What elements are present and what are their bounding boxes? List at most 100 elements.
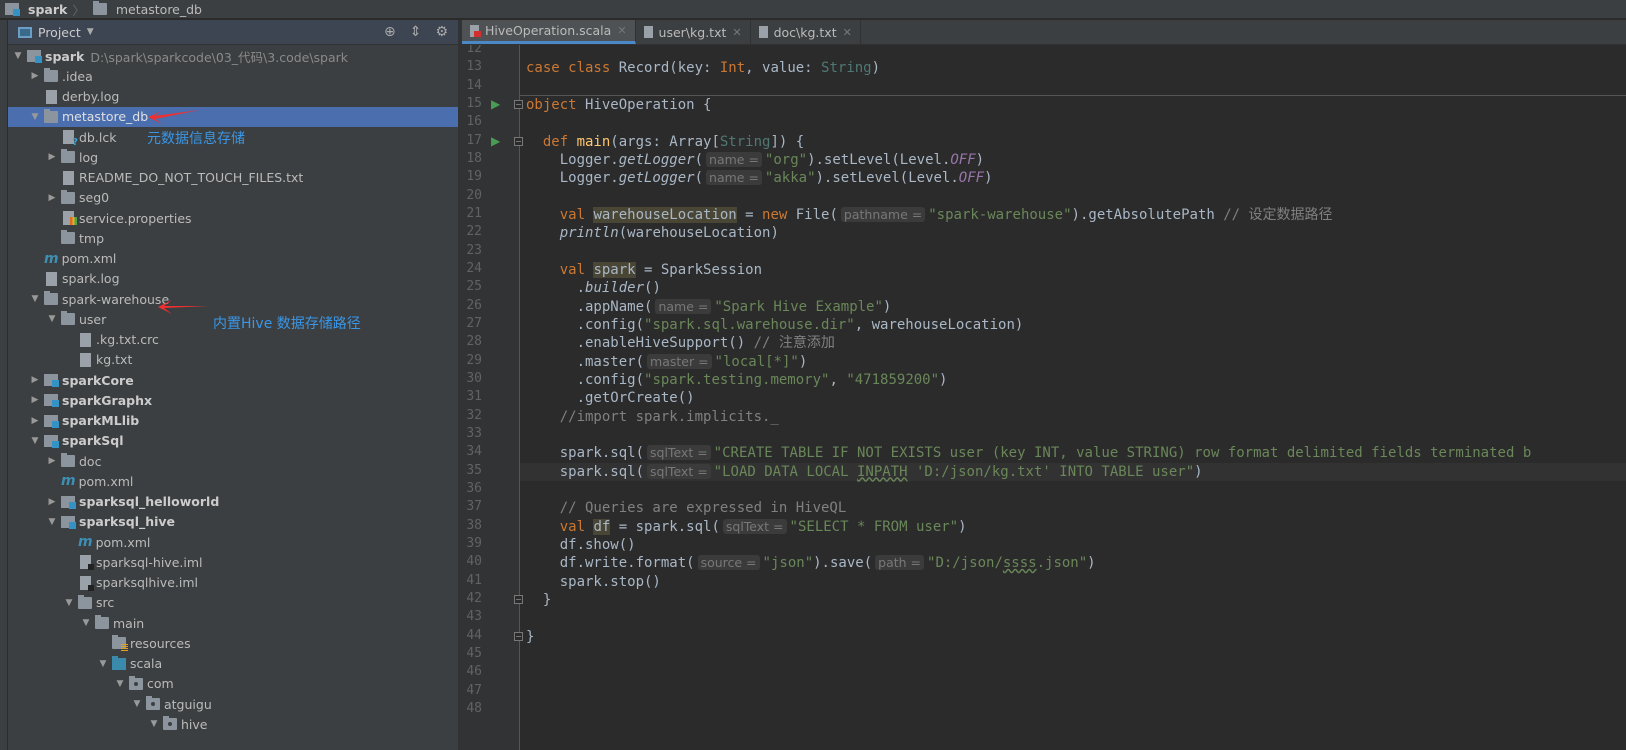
expand-arrow-icon[interactable]: ▼	[63, 598, 75, 608]
expand-arrow-icon[interactable]: ▼	[131, 699, 143, 709]
fold-icon[interactable]: −	[514, 594, 523, 604]
tree-item[interactable]: ▼ sparkSql	[8, 431, 458, 451]
tree-item[interactable]: ▼ spark-warehouse	[8, 289, 458, 309]
tree-item[interactable]: ▶ log	[8, 147, 458, 167]
code-token: Record(key:	[618, 60, 720, 77]
editor-tab[interactable]: HiveOperation.scala ✕	[462, 20, 636, 44]
collapse-arrow-icon[interactable]: ▶	[29, 395, 41, 405]
tree-item[interactable]: m pom.xml	[8, 471, 458, 491]
expand-arrow-icon[interactable]: ▼	[46, 314, 58, 324]
code-token: "json"	[762, 555, 814, 572]
tree-item[interactable]: kg.txt	[8, 350, 458, 370]
line-number: 47	[466, 682, 482, 698]
tree-item[interactable]: m pom.xml	[8, 249, 458, 269]
editor-tab[interactable]: doc\kg.txt ✕	[751, 20, 861, 44]
tree-item[interactable]: sparksqlhive.iml	[8, 573, 458, 593]
tree-item[interactable]: ▼ scala	[8, 654, 458, 674]
expand-arrow-icon[interactable]: ▼	[29, 294, 41, 304]
close-icon[interactable]: ✕	[843, 26, 852, 39]
line-number: 20	[466, 187, 482, 203]
project-view-selector[interactable]: Project	[38, 25, 81, 40]
tree-item[interactable]: ▼ src	[8, 593, 458, 613]
collapse-arrow-icon[interactable]: ▶	[29, 375, 41, 385]
tree-item[interactable]: derby.log	[8, 87, 458, 107]
fold-icon[interactable]: −	[514, 99, 523, 109]
expand-arrow-icon[interactable]: ▼	[12, 51, 24, 61]
tree-item[interactable]: resources	[8, 633, 458, 653]
tree-item[interactable]: ▶ sparksql_helloworld	[8, 492, 458, 512]
collapse-arrow-icon[interactable]: ▶	[46, 152, 58, 162]
close-icon[interactable]: ✕	[617, 24, 626, 37]
expand-arrow-icon[interactable]: ▼	[80, 618, 92, 628]
code-token: Logger.	[526, 151, 619, 168]
run-icon[interactable]: ▶	[491, 97, 500, 111]
line-number: 32	[466, 407, 482, 423]
tree-item[interactable]: ▼ spark D:\spark\sparkcode\03_代码\3.code\sp…	[8, 46, 458, 66]
collapse-arrow-icon[interactable]: ▶	[29, 71, 41, 81]
expand-arrow-icon[interactable]: ▼	[46, 517, 58, 527]
tab-label: doc\kg.txt	[773, 24, 837, 40]
code-token: "akka"	[764, 170, 816, 187]
tree-item[interactable]: m pom.xml	[8, 532, 458, 552]
collapse-arrow-icon[interactable]: ▶	[46, 193, 58, 203]
code-token: =	[736, 206, 763, 223]
code-token: Logger.	[526, 170, 619, 187]
tree-item[interactable]: ▼ atguigu	[8, 694, 458, 714]
tree-item[interactable]: ▼ hive	[8, 714, 458, 734]
expand-arrow-icon[interactable]: ▼	[97, 659, 109, 669]
code-token: 'D:/json/kg.txt' INTO TABLE user"	[907, 463, 1195, 480]
locate-icon[interactable]: ⊕	[384, 24, 396, 40]
tree-item[interactable]: ▼ sparksql_hive	[8, 512, 458, 532]
tree-item-label: sparksql-hive.iml	[96, 554, 203, 570]
expand-arrow-icon[interactable]: ▼	[29, 436, 41, 446]
tree-item[interactable]: service.properties	[8, 208, 458, 228]
code-token: (warehouseLocation)	[618, 225, 779, 242]
tree-item[interactable]: ▶ seg0	[8, 188, 458, 208]
tool-window-strip[interactable]	[0, 20, 8, 750]
code-token: )	[882, 298, 892, 315]
editor-tab[interactable]: user\kg.txt ✕	[636, 20, 751, 44]
tree-item[interactable]: README_DO_NOT_TOUCH_FILES.txt	[8, 168, 458, 188]
text-file-icon	[643, 26, 653, 38]
tree-item[interactable]: ▼ com	[8, 674, 458, 694]
tree-item[interactable]: spark.log	[8, 269, 458, 289]
expand-arrow-icon[interactable]: ▼	[148, 719, 160, 729]
collapse-icon[interactable]: ⇕	[410, 24, 422, 40]
chevron-down-icon[interactable]: ▼	[87, 27, 94, 37]
collapse-arrow-icon[interactable]: ▶	[46, 497, 58, 507]
close-icon[interactable]: ✕	[732, 26, 741, 39]
tree-item[interactable]: ▶ .idea	[8, 66, 458, 86]
fold-icon[interactable]: −	[514, 136, 523, 146]
tree-item[interactable]: tmp	[8, 228, 458, 248]
code-line: Logger.getLogger(name = "akka").setLevel(…	[526, 169, 993, 187]
tree-item[interactable]: ▼ metastore_db	[8, 106, 458, 127]
tree-item[interactable]: sparksql-hive.iml	[8, 552, 458, 572]
gear-icon[interactable]: ⚙	[435, 24, 448, 40]
code-token: "Spark Hive Example"	[714, 298, 883, 315]
pkg-icon	[163, 716, 177, 731]
code-line: // Queries are expressed in HiveQL	[526, 499, 847, 517]
tree-item[interactable]: ▶ sparkCore	[8, 370, 458, 390]
tree-item-label: .idea	[62, 68, 93, 84]
tree-item-label: log	[79, 149, 99, 165]
tree-item[interactable]: ▶ sparkMLlib	[8, 411, 458, 431]
code-editor[interactable]: 12 13 14 15 ▶ − 16 17 ▶ − 18 19 20 21 22 23 24 25 26 27 28 29…	[462, 45, 1626, 750]
fold-icon[interactable]: −	[514, 631, 523, 641]
tree-item[interactable]: ▶ sparkGraphx	[8, 390, 458, 410]
tree-item-label: doc	[79, 453, 102, 469]
code-token: ]) {	[770, 133, 805, 150]
breadcrumb-folder[interactable]: metastore_db	[90, 1, 202, 17]
tree-item[interactable]: ▶ doc	[8, 451, 458, 471]
code-line: def main(args: Array[String]) {	[526, 133, 804, 151]
collapse-arrow-icon[interactable]: ▶	[29, 416, 41, 426]
expand-arrow-icon[interactable]: ▼	[29, 112, 41, 122]
expand-arrow-icon[interactable]: ▼	[114, 679, 126, 689]
breadcrumb-project[interactable]: spark	[2, 2, 67, 17]
collapse-arrow-icon[interactable]: ▶	[46, 456, 58, 466]
tree-item-label: metastore_db	[62, 109, 149, 125]
run-icon[interactable]: ▶	[491, 134, 500, 148]
tree-item[interactable]: ▼ main	[8, 613, 458, 633]
tree-item-label: pom.xml	[95, 534, 151, 550]
tree-item-label: derby.log	[62, 89, 120, 104]
